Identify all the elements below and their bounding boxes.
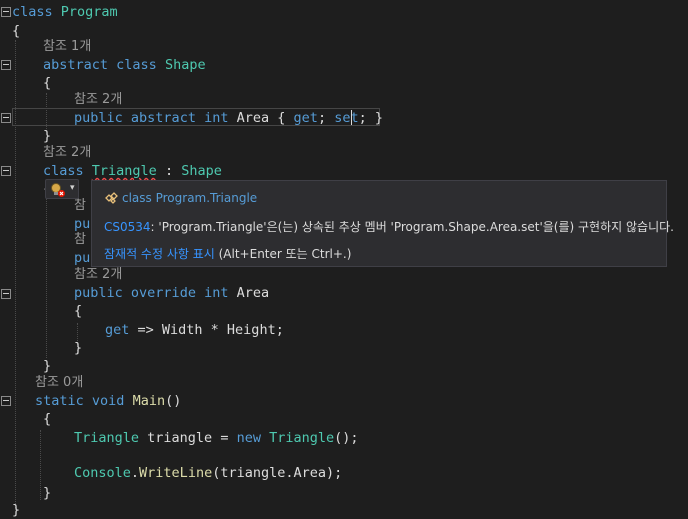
quick-actions-button[interactable]: ▾	[45, 179, 79, 199]
code-line-brace[interactable]: }	[43, 127, 51, 145]
chevron-down-icon: ▾	[70, 183, 75, 193]
code-line-brace[interactable]: {	[43, 74, 51, 92]
code-line-brace[interactable]: }	[43, 357, 51, 375]
code-line-brace[interactable]: }	[43, 484, 51, 502]
code-line-shape[interactable]: abstract class Shape	[43, 56, 206, 74]
class-icon	[105, 192, 118, 204]
code-line-brace[interactable]: {	[43, 410, 51, 428]
code-line-partial[interactable]: pu	[74, 249, 90, 267]
code-line-triangle[interactable]: class Triangle : Shape	[43, 162, 222, 180]
error-tooltip: class Program.Triangle CS0534: 'Program.…	[91, 180, 674, 267]
text-caret	[351, 110, 352, 125]
code-line-brace[interactable]: {	[12, 22, 20, 40]
codelens-reference[interactable]: 참조 1개	[43, 38, 91, 56]
codelens-reference[interactable]: 참조 2개	[74, 266, 122, 284]
code-line-partial[interactable]: 참	[74, 231, 86, 249]
fold-triangle-icon[interactable]	[1, 166, 11, 176]
fold-area-icon[interactable]	[1, 113, 11, 123]
code-line-getter[interactable]: get => Width * Height;	[105, 321, 284, 339]
code-editor[interactable]: class Program { 참조 1개 abstract class Sha…	[0, 0, 688, 518]
fold-main-icon[interactable]	[1, 396, 11, 406]
show-potential-fixes-link[interactable]: 잠재적 수정 사항 표시	[104, 247, 215, 261]
code-line-brace[interactable]: }	[12, 501, 20, 519]
code-line-console[interactable]: Console.WriteLine(triangle.Area);	[74, 464, 342, 482]
indent-guide	[46, 198, 47, 358]
tooltip-header-text: class Program.Triangle	[122, 191, 258, 205]
codelens-reference[interactable]: 참조 0개	[35, 374, 83, 392]
code-line-partial[interactable]: 참	[74, 197, 86, 215]
shortcut-hint: (Alt+Enter 또는 Ctrl+.)	[214, 247, 352, 261]
indent-guide	[40, 430, 41, 500]
code-line-abstract-area[interactable]: public abstract int Area { get; set; }	[74, 109, 383, 127]
fold-program-icon[interactable]	[1, 7, 11, 17]
error-code-link[interactable]: CS0534	[104, 220, 151, 234]
codelens-reference[interactable]: 참조 2개	[43, 144, 91, 162]
code-line-override-area[interactable]: public override int Area	[74, 284, 269, 302]
code-line-class-program[interactable]: class Program	[12, 3, 118, 21]
code-line-brace[interactable]: }	[74, 339, 82, 357]
error-message: CS0534: 'Program.Triangle'은(는) 상속된 추상 멤버…	[104, 218, 674, 236]
tooltip-header: class Program.Triangle	[104, 189, 257, 207]
fold-shape-icon[interactable]	[1, 60, 11, 70]
code-line-new-triangle[interactable]: Triangle triangle = new Triangle();	[74, 429, 359, 447]
fold-override-area-icon[interactable]	[1, 289, 11, 299]
code-line-main[interactable]: static void Main()	[35, 392, 181, 410]
lightbulb-error-icon	[51, 183, 65, 197]
error-description: : 'Program.Triangle'은(는) 상속된 추상 멤버 'Prog…	[150, 220, 674, 234]
code-line-brace[interactable]: {	[74, 302, 82, 320]
potential-fixes: 잠재적 수정 사항 표시 (Alt+Enter 또는 Ctrl+.)	[104, 245, 351, 263]
codelens-reference[interactable]: 참조 2개	[74, 91, 122, 109]
